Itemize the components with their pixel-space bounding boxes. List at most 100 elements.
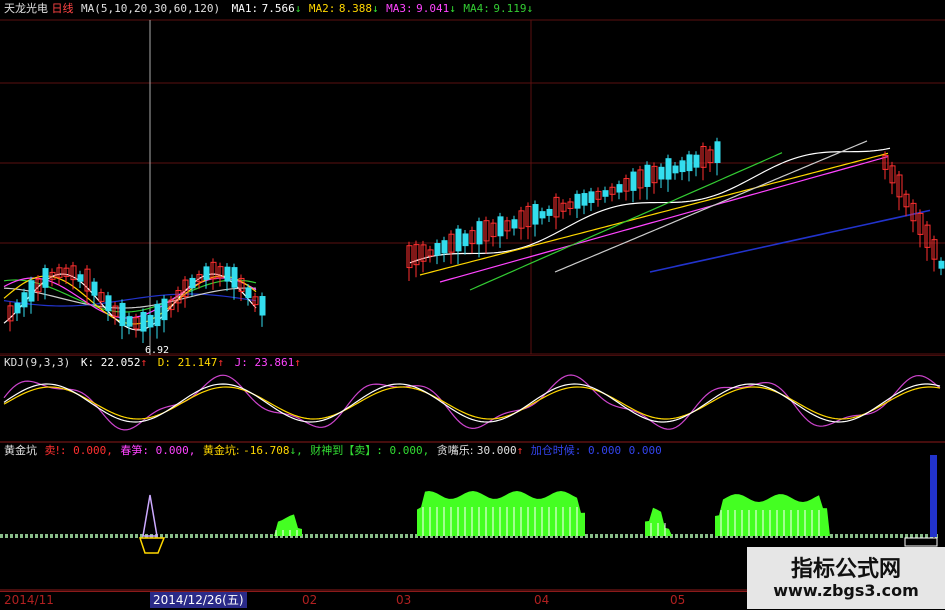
candle-body (203, 266, 210, 280)
candle-body (462, 233, 469, 247)
candle-body (231, 267, 238, 288)
kdj-j-value: 23.861 (254, 356, 295, 369)
candle-body (224, 266, 231, 282)
candle-body (105, 295, 112, 312)
kdj-k-label: K: (80, 356, 95, 369)
add-label: 加仓时候 (530, 444, 575, 457)
kdj-k-value: 22.052 (100, 356, 141, 369)
kdj-d-arrow: ↑ (217, 356, 224, 369)
ma6-line (649, 209, 931, 273)
x-tick: 04 (534, 593, 550, 607)
candle-body (581, 193, 588, 206)
candle-body (14, 302, 21, 314)
candle-body (147, 314, 154, 328)
indicator-title: 黄金坑 (4, 444, 37, 457)
candle-body (714, 141, 721, 164)
candle-body (630, 171, 637, 191)
candle-body (658, 166, 665, 180)
candle-body (259, 296, 266, 316)
pit-arrow: ↓, (289, 444, 303, 457)
candle-body (77, 274, 84, 282)
ma3-arrow: ↓ (449, 2, 456, 15)
candle-body (546, 208, 553, 216)
candle-body (476, 221, 483, 245)
kdj-j-label: J: (234, 356, 248, 369)
joy-label: 贪嘴乐: (436, 444, 474, 457)
kdj-d-value: 21.147 (177, 356, 218, 369)
candle-body (672, 165, 679, 174)
indicator-histogram (715, 494, 830, 536)
candle-body (665, 158, 672, 180)
candle-body (28, 280, 35, 302)
ma1-value: 7.566 (261, 2, 295, 15)
candle-body (434, 243, 441, 256)
ma1-arrow: ↓ (294, 2, 302, 15)
candle-body (21, 292, 28, 308)
ma-params: MA(5,10,20,30,60,120) (81, 2, 221, 15)
ma5-line (554, 140, 868, 273)
kdj-d-line (3, 386, 941, 420)
indicator-legend: 黄金坑 卖!: 0.000, 春笋: 0.000, 黄金坑: -16.708↓,… (4, 444, 662, 458)
candle-body (686, 154, 693, 172)
watermark: 指标公式网 www.zbgs3.com (747, 547, 945, 609)
indicator-spike (142, 494, 158, 537)
candle-body (245, 287, 252, 299)
god-value: : 0.000, (376, 444, 430, 457)
price-legend: 天龙光电 日线 MA(5,10,20,30,60,120) MA1: 7.566… (4, 2, 533, 16)
pit-value: -16.708 (243, 444, 290, 457)
candle-body (693, 154, 700, 168)
spring-label: 春笋 (120, 444, 143, 457)
candle-body (588, 191, 595, 203)
god-label: 财神到【卖】 (310, 444, 377, 457)
indicator-end-mark (904, 537, 938, 547)
price-chart[interactable] (0, 0, 945, 355)
ma2-label: MA2: (308, 2, 336, 15)
x-tick: 02 (302, 593, 318, 607)
ma4-label: MA4: (463, 2, 490, 15)
kdj-k-arrow: ↑ (140, 356, 148, 369)
candle-body (602, 190, 609, 197)
watermark-url: www.zbgs3.com (773, 581, 919, 600)
x-tick: 2014/11 (4, 593, 54, 607)
watermark-title: 指标公式网 (790, 557, 901, 582)
candle-body (574, 193, 581, 209)
candle-body (91, 281, 98, 296)
add-value-2: 0.000 (628, 444, 662, 457)
joy-value: 30.000 (476, 444, 517, 457)
kdj-legend: KDJ(9,3,3) K: 22.052↑ D: 21.147↑ J: 23.8… (4, 356, 301, 370)
candle-body (455, 228, 462, 252)
x-tick: 03 (396, 593, 412, 607)
candle-body (938, 260, 945, 269)
kdj-title: KDJ(9,3,3) (4, 356, 71, 369)
kdj-j-arrow: ↑ (294, 356, 301, 369)
candle-body (154, 303, 161, 327)
ma2-arrow: ↓ (371, 2, 379, 15)
ma2-value: 8.388 (338, 2, 372, 15)
candle-body (539, 211, 546, 219)
candle-body (511, 219, 518, 229)
sell-value: : 0.000, (59, 444, 113, 457)
spring-value: : 0.000, (142, 444, 196, 457)
stock-name: 天龙光电 (4, 2, 48, 15)
candle-body (441, 240, 448, 254)
candle-body (126, 316, 133, 327)
price-panel[interactable]: 天龙光电 日线 MA(5,10,20,30,60,120) MA1: 7.566… (0, 0, 945, 356)
candle-body (644, 164, 651, 187)
x-tick-selected: 2014/12/26(五) (150, 592, 247, 608)
add-value: : 0.000 (574, 444, 622, 457)
kdj-j-line (3, 374, 941, 431)
joy-arrow: ↑ (516, 444, 524, 457)
candle-body (679, 160, 686, 173)
kdj-d-label: D: (157, 356, 171, 369)
ma3-label: MA3: (386, 2, 413, 15)
ma6-line (3, 293, 257, 307)
period-label: 日线 (51, 2, 74, 15)
kdj-panel[interactable]: KDJ(9,3,3) K: 22.052↑ D: 21.147↑ J: 23.8… (0, 355, 945, 443)
indicator-pit-mark (138, 537, 166, 554)
candle-body (497, 216, 504, 237)
pit-label: 黄金坑: (202, 444, 240, 457)
candle-body (616, 184, 623, 193)
candle-body (119, 302, 126, 327)
candle-body (42, 268, 49, 288)
x-tick: 05 (670, 593, 686, 607)
